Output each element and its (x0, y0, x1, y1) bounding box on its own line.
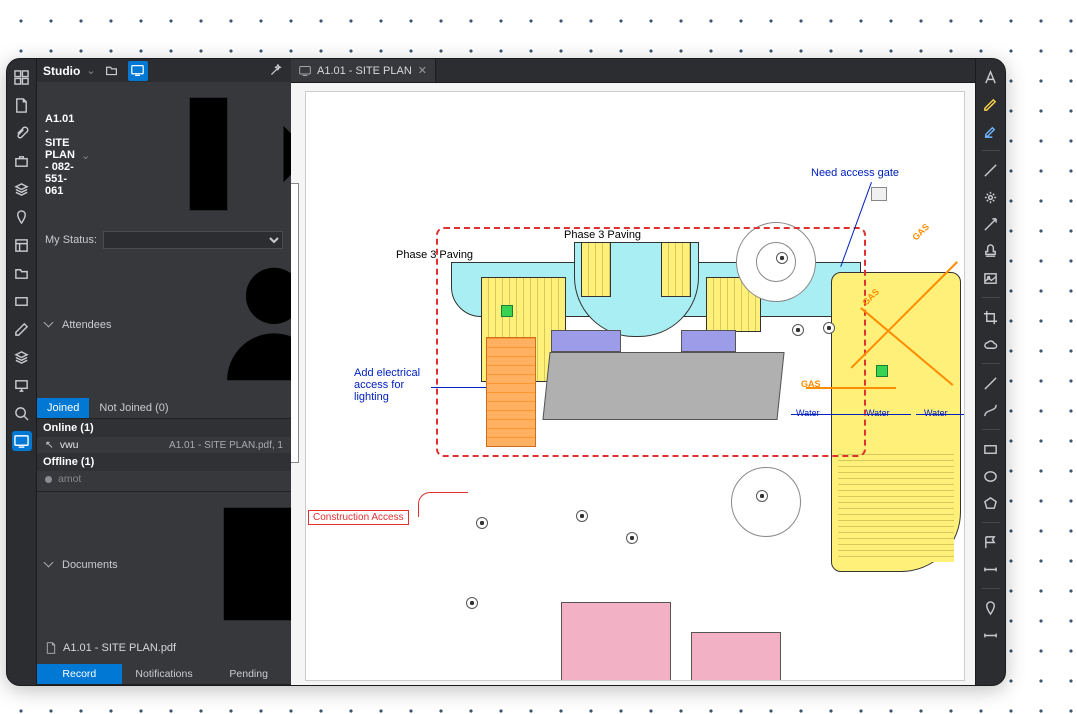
properties-icon[interactable] (12, 235, 32, 255)
thumbnails-icon[interactable] (12, 67, 32, 87)
document-tab[interactable]: A1.01 - SITE PLAN ✕ (291, 59, 436, 82)
arrow-tool-icon[interactable] (981, 214, 1001, 234)
gate-symbol (871, 187, 887, 201)
stamp-tool-icon[interactable] (981, 241, 1001, 261)
attendees-header[interactable]: Attendees (37, 252, 291, 398)
callout-construction[interactable]: Construction Access (308, 510, 409, 525)
cursor-icon: ↖ (45, 439, 54, 451)
offline-dot-icon (45, 476, 52, 483)
crop-tool-icon[interactable] (981, 307, 1001, 327)
drawing-page[interactable]: Phase 3 Paving Phase 3 Paving Need acces… (305, 91, 965, 681)
image-tool-icon[interactable] (981, 268, 1001, 288)
document-area: A1.01 - SITE PLAN ✕ (291, 59, 975, 685)
links-icon[interactable] (12, 263, 32, 283)
right-rail (975, 59, 1005, 685)
session-doc-icon (299, 65, 311, 77)
tab-pending[interactable]: Pending (206, 664, 291, 684)
wand-icon[interactable] (265, 61, 285, 81)
session-row: A1.01 - SITE PLAN - 082-551-061 ⌄ (37, 82, 291, 228)
file-access-icon[interactable] (12, 95, 32, 115)
rect-tool-icon[interactable] (981, 439, 1001, 459)
spaces-icon[interactable] (12, 207, 32, 227)
toolchest-icon[interactable] (12, 151, 32, 171)
polygon-tool-icon[interactable] (981, 493, 1001, 513)
bookmarks-icon[interactable] (12, 123, 32, 143)
online-header: Online (1) (37, 419, 291, 437)
count-tool-icon[interactable] (981, 598, 1001, 618)
flag-tool-icon[interactable] (981, 532, 1001, 552)
pen-tool-icon[interactable] (981, 94, 1001, 114)
tab-joined[interactable]: Joined (37, 398, 89, 418)
sets-icon[interactable] (12, 347, 32, 367)
tab-not-joined[interactable]: Not Joined (0) (89, 398, 178, 418)
canvas[interactable]: Phase 3 Paving Phase 3 Paving Need acces… (291, 83, 975, 685)
studio-panel: Studio ⌄ A1.01 - SITE PLAN - 082-551-061… (37, 59, 291, 685)
attendees-title: Attendees (62, 319, 112, 331)
document-tab-name: A1.01 - SITE PLAN (317, 65, 412, 77)
label-gas: GAS (910, 222, 931, 243)
attendee-name: vwu (60, 439, 79, 451)
cloud-tool-icon[interactable] (981, 334, 1001, 354)
pdf-icon (45, 642, 57, 654)
forms-icon[interactable] (12, 291, 32, 311)
measure-tool-icon[interactable] (981, 625, 1001, 645)
document-item[interactable]: A1.01 - SITE PLAN.pdf (37, 638, 291, 658)
curve-tool-icon[interactable] (981, 400, 1001, 420)
documents-header[interactable]: Documents (37, 491, 291, 638)
ellipse-tool-icon[interactable] (981, 466, 1001, 486)
sessions-icon[interactable] (128, 61, 148, 81)
signatures-icon[interactable] (12, 319, 32, 339)
callout-gate[interactable]: Need access gate (811, 167, 899, 179)
search-icon[interactable] (12, 403, 32, 423)
document-tabs: A1.01 - SITE PLAN ✕ (291, 59, 975, 83)
tab-notifications[interactable]: Notifications (122, 664, 207, 684)
gear-icon[interactable] (981, 187, 1001, 207)
line-tool-icon[interactable] (981, 160, 1001, 180)
attendee-tabs: Joined Not Joined (0) (37, 398, 291, 419)
layers-icon[interactable] (12, 179, 32, 199)
document-name: A1.01 - SITE PLAN.pdf (63, 642, 176, 654)
callout-electrical[interactable]: Add electrical access for lighting (354, 367, 434, 403)
close-tab-icon[interactable]: ✕ (418, 64, 427, 77)
attendee-file: A1.01 - SITE PLAN.pdf, 1 (169, 440, 283, 451)
status-select[interactable] (103, 231, 283, 249)
monitor-icon[interactable] (12, 375, 32, 395)
dimension-tool-icon[interactable] (981, 559, 1001, 579)
session-name: A1.01 - SITE PLAN - 082-551-061 (45, 113, 75, 197)
documents-title: Documents (62, 559, 118, 571)
attendee-row[interactable]: amot (37, 471, 291, 487)
record-tabs: Record Notifications Pending (37, 664, 291, 685)
offline-header: Offline (1) (37, 453, 291, 471)
polyline-tool-icon[interactable] (981, 373, 1001, 393)
status-label: My Status: (45, 234, 97, 246)
projects-icon[interactable] (102, 61, 122, 81)
attendee-name: amot (58, 473, 81, 485)
left-rail (7, 59, 37, 685)
studio-icon[interactable] (12, 431, 32, 451)
page-thumb (291, 183, 299, 463)
panel-title: Studio (43, 64, 80, 78)
attendee-row[interactable]: ↖ vwu A1.01 - SITE PLAN.pdf, 1 (37, 437, 291, 453)
tab-record[interactable]: Record (37, 664, 122, 684)
app-window: Studio ⌄ A1.01 - SITE PLAN - 082-551-061… (6, 58, 1006, 686)
text-tool-icon[interactable] (981, 67, 1001, 87)
highlight-tool-icon[interactable] (981, 121, 1001, 141)
